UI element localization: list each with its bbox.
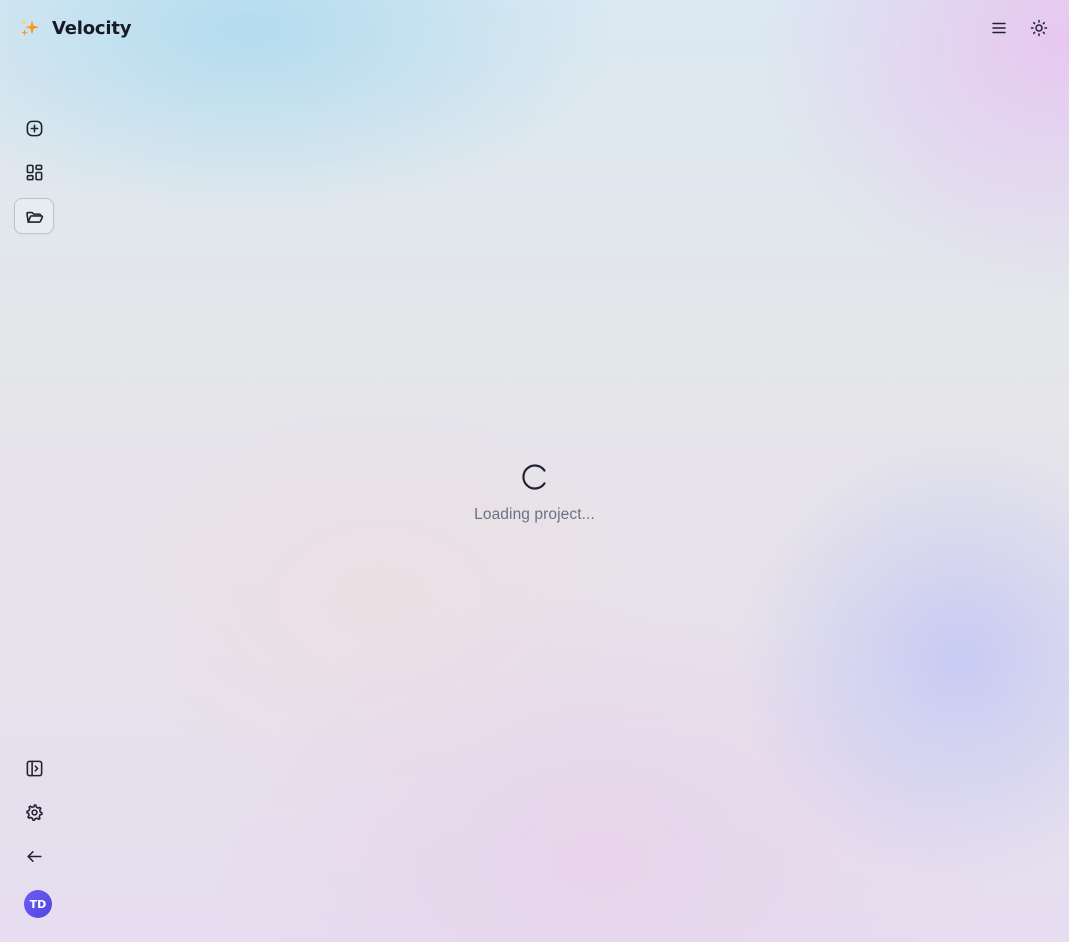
menu-icon <box>992 22 1006 34</box>
projects-button[interactable] <box>14 198 54 234</box>
app-name: Velocity <box>52 17 132 39</box>
plus-circle-icon <box>26 120 42 136</box>
theme-toggle-button[interactable] <box>1023 12 1055 44</box>
menu-button[interactable] <box>983 12 1015 44</box>
sidebar-bottom-nav <box>14 750 54 874</box>
new-project-button[interactable] <box>14 110 54 146</box>
settings-button[interactable] <box>14 794 54 830</box>
back-button[interactable] <box>14 838 54 874</box>
spinner-icon <box>521 464 546 490</box>
arrow-left-icon <box>26 850 42 862</box>
toggle-sidebar-button[interactable] <box>14 750 54 786</box>
loading-indicator: Loading project... <box>0 462 1069 524</box>
loading-text: Loading project... <box>474 506 595 523</box>
dashboard-button[interactable] <box>14 154 54 190</box>
gear-icon <box>25 803 43 821</box>
sidebar-top-nav <box>14 110 54 234</box>
folder-open-icon <box>25 211 43 223</box>
sparkles-icon <box>21 19 39 36</box>
sun-icon <box>1030 19 1048 37</box>
user-avatar[interactable]: TD <box>24 890 52 918</box>
top-bar: Velocity <box>0 0 1069 56</box>
layout-grid-icon <box>26 164 42 180</box>
brand[interactable]: Velocity <box>18 16 131 40</box>
panel-left-icon <box>26 760 42 776</box>
top-actions <box>983 12 1055 44</box>
